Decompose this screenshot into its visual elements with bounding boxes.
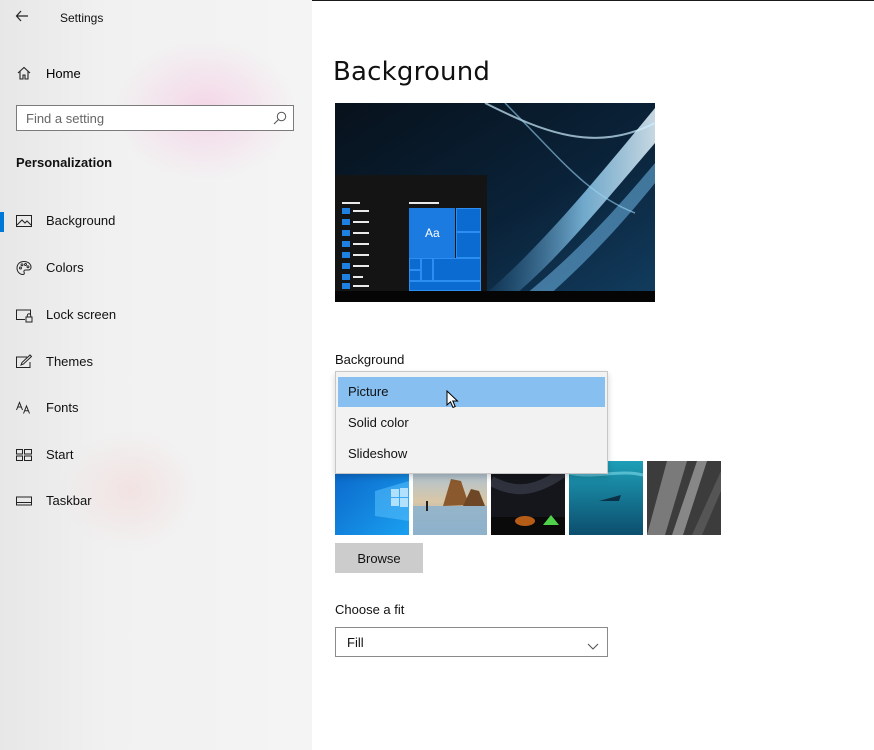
- sidebar-item-taskbar[interactable]: Taskbar: [0, 486, 312, 516]
- palette-icon: [15, 260, 33, 276]
- option-label: Picture: [348, 384, 389, 399]
- chevron-down-icon: [587, 638, 599, 650]
- sidebar-item-label: Colors: [46, 260, 84, 275]
- home-nav-item[interactable]: Home: [0, 62, 312, 86]
- fit-dropdown-value: Fill: [347, 635, 364, 650]
- mouse-cursor-icon: [446, 389, 460, 410]
- fonts-icon: [15, 400, 33, 416]
- search-box[interactable]: [16, 105, 294, 131]
- option-picture[interactable]: Picture: [338, 377, 605, 410]
- sidebar-item-label: Fonts: [46, 400, 79, 415]
- themes-icon: [15, 354, 33, 370]
- picture-icon: [15, 213, 33, 229]
- background-type-label: Background: [335, 352, 405, 367]
- sidebar-item-label: Taskbar: [46, 493, 92, 508]
- sidebar-item-label: Start: [46, 447, 74, 462]
- preview-tile-label: Aa: [425, 226, 440, 240]
- preview-tile: Aa: [409, 208, 455, 258]
- sidebar-item-colors[interactable]: Colors: [0, 253, 312, 283]
- sidebar: Settings Home Personalization Background: [0, 0, 312, 750]
- desktop-preview: Aa: [335, 103, 655, 302]
- home-label: Home: [46, 66, 81, 81]
- page-title: Background: [333, 57, 491, 87]
- lock-screen-icon: [15, 307, 33, 323]
- browse-button[interactable]: Browse: [335, 543, 423, 573]
- taskbar-icon: [15, 493, 33, 509]
- fit-dropdown[interactable]: Fill: [335, 627, 608, 657]
- sidebar-item-label: Lock screen: [46, 307, 117, 322]
- section-title: Personalization: [16, 155, 113, 170]
- preview-taskbar: [335, 291, 655, 302]
- option-slideshow[interactable]: Slideshow: [338, 439, 605, 469]
- app-title: Settings: [60, 11, 104, 25]
- sidebar-item-label: Themes: [46, 354, 93, 369]
- sidebar-item-label: Background: [46, 213, 116, 228]
- sidebar-item-fonts[interactable]: Fonts: [0, 393, 312, 423]
- active-indicator: [0, 212, 4, 232]
- search-icon[interactable]: [273, 111, 287, 125]
- option-solid-color[interactable]: Solid color: [338, 408, 605, 438]
- option-label: Slideshow: [348, 446, 408, 461]
- option-label: Solid color: [348, 415, 409, 430]
- sidebar-item-background[interactable]: Background: [0, 206, 312, 236]
- home-icon: [17, 66, 31, 80]
- sidebar-item-themes[interactable]: Themes: [0, 347, 312, 377]
- start-icon: [15, 447, 33, 463]
- background-type-dropdown[interactable]: Picture Solid color Slideshow: [335, 371, 608, 474]
- back-arrow-icon[interactable]: [15, 6, 33, 26]
- search-input[interactable]: [26, 109, 266, 127]
- sidebar-item-lock-screen[interactable]: Lock screen: [0, 300, 312, 330]
- picture-thumbnail[interactable]: [647, 461, 721, 535]
- sidebar-item-start[interactable]: Start: [0, 440, 312, 470]
- choose-fit-label: Choose a fit: [335, 602, 405, 617]
